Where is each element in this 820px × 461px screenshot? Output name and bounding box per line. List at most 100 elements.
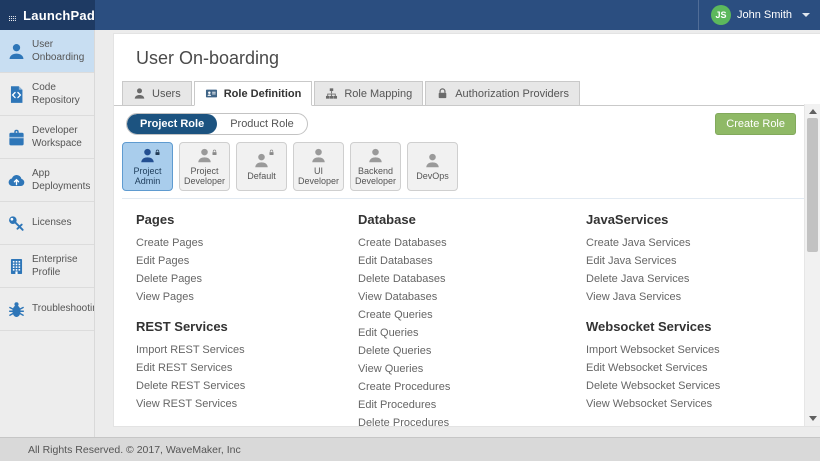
- permission-item-import-rest-services: Import REST Services: [136, 341, 358, 359]
- sidebar-item-enterprise-profile[interactable]: Enterprise Profile: [0, 245, 94, 288]
- role-card-default[interactable]: Default: [236, 142, 287, 191]
- permission-item-create-queries: Create Queries: [358, 306, 586, 324]
- sidebar-item-developer-workspace[interactable]: Developer Workspace: [0, 116, 94, 159]
- app-footer: All Rights Reserved. © 2017, WaveMaker, …: [0, 437, 820, 461]
- tab-label: Role Definition: [224, 88, 302, 100]
- permission-item-import-websocket-services: Import Websocket Services: [586, 341, 820, 359]
- permission-item-create-java-services: Create Java Services: [586, 234, 820, 252]
- permission-item-edit-rest-services: Edit REST Services: [136, 359, 358, 377]
- user-menu[interactable]: JS John Smith: [698, 0, 820, 30]
- sidebar-item-label: User Onboarding: [32, 38, 92, 65]
- tab-authorization-providers[interactable]: Authorization Providers: [425, 81, 580, 106]
- permission-item-delete-java-services: Delete Java Services: [586, 270, 820, 288]
- tab-role-definition[interactable]: Role Definition: [194, 81, 313, 106]
- permission-item-create-pages: Create Pages: [136, 234, 358, 252]
- permission-item-view-databases: View Databases: [358, 288, 586, 306]
- permission-item-create-procedures: Create Procedures: [358, 378, 586, 396]
- header-spacer: [95, 0, 698, 30]
- role-card-label: DevOps: [416, 171, 449, 181]
- sidebar-item-user-onboarding[interactable]: User Onboarding: [0, 30, 94, 73]
- permission-item-edit-websocket-services: Edit Websocket Services: [586, 359, 820, 377]
- tab-label: Role Mapping: [344, 88, 412, 100]
- scroll-down-arrow[interactable]: [809, 416, 817, 421]
- pill-project-role[interactable]: Project Role: [127, 114, 217, 134]
- permission-item-delete-rest-services: Delete REST Services: [136, 377, 358, 395]
- app-title: LaunchPad: [23, 8, 95, 23]
- user-icon: [424, 152, 441, 169]
- sidebar-item-label: App Deployments: [32, 167, 92, 194]
- user-icon: [310, 147, 327, 164]
- role-type-toggle: Project RoleProduct Role: [126, 113, 308, 135]
- role-card-label: Backend Developer: [352, 166, 400, 187]
- user-icon: [367, 147, 384, 164]
- user-icon: [133, 87, 146, 100]
- lock-icon: [211, 149, 218, 156]
- user-icon: [0, 42, 32, 61]
- role-card-devops[interactable]: DevOps: [407, 142, 458, 191]
- sidebar-item-troubleshooting[interactable]: Troubleshooting: [0, 288, 94, 331]
- permission-item-edit-queries: Edit Queries: [358, 324, 586, 342]
- permission-item-delete-procedures: Delete Procedures: [358, 414, 586, 427]
- code-file-icon: [0, 85, 32, 104]
- key-icon: [0, 214, 32, 233]
- role-card-project-admin[interactable]: Project Admin: [122, 142, 173, 191]
- cloud-upload-icon: [0, 171, 32, 190]
- roles-row: Project Admin Project Developer Default UI …: [122, 142, 820, 199]
- role-card-project-developer[interactable]: Project Developer: [179, 142, 230, 191]
- sidebar-item-licenses[interactable]: Licenses: [0, 202, 94, 245]
- pill-product-role[interactable]: Product Role: [217, 114, 307, 134]
- sidebar-item-label: Code Repository: [32, 81, 92, 108]
- permission-item-delete-queries: Delete Queries: [358, 342, 586, 360]
- permission-item-edit-java-services: Edit Java Services: [586, 252, 820, 270]
- permission-group-title-websocket-services: Websocket Services: [586, 319, 820, 334]
- lock-icon: [268, 149, 275, 156]
- role-card-backend-developer[interactable]: Backend Developer: [350, 142, 401, 191]
- app-grid-icon[interactable]: [9, 8, 16, 22]
- tab-role-mapping[interactable]: Role Mapping: [314, 81, 423, 106]
- tabbar: Users Role Definition Role Mapping Authoriz…: [114, 81, 820, 106]
- permission-column-1: PagesCreate PagesEdit PagesDelete PagesV…: [136, 199, 358, 427]
- user-name: John Smith: [737, 9, 792, 21]
- top-header: LaunchPad JS John Smith: [0, 0, 820, 30]
- permission-item-delete-websocket-services: Delete Websocket Services: [586, 377, 820, 395]
- permission-item-delete-pages: Delete Pages: [136, 270, 358, 288]
- launchpad-app: LaunchPad JS John Smith User Onboarding C…: [0, 0, 820, 461]
- id-card-icon: [205, 87, 218, 100]
- building-icon: [0, 257, 32, 276]
- tab-users[interactable]: Users: [122, 81, 192, 106]
- briefcase-icon: [0, 128, 32, 147]
- role-card-label: Default: [247, 171, 276, 181]
- permission-item-view-queries: View Queries: [358, 360, 586, 378]
- permission-group-title-rest-services: REST Services: [136, 319, 358, 334]
- app-body: User Onboarding Code Repository Developer …: [0, 30, 820, 437]
- avatar: JS: [711, 5, 731, 25]
- tab-label: Users: [152, 88, 181, 100]
- role-card-ui-developer[interactable]: UI Developer: [293, 142, 344, 191]
- toolbar-row: Project RoleProduct Role Create Role: [126, 113, 796, 135]
- permission-group-title-security: Security: [586, 426, 820, 427]
- create-role-button[interactable]: Create Role: [715, 113, 796, 135]
- sitemap-icon: [325, 87, 338, 100]
- sidebar-item-label: Developer Workspace: [32, 124, 92, 151]
- main-panel: User On-boarding Users Role Definition Rol…: [113, 33, 820, 427]
- permission-item-view-rest-services: View REST Services: [136, 395, 358, 413]
- sidebar-item-label: Enterprise Profile: [32, 253, 92, 280]
- header-brand: LaunchPad: [0, 0, 95, 30]
- role-card-label: Project Developer: [181, 166, 229, 187]
- chevron-down-icon: [802, 13, 810, 17]
- sidebar-item-app-deployments[interactable]: App Deployments: [0, 159, 94, 202]
- role-card-label: UI Developer: [295, 166, 343, 187]
- scrollbar-thumb[interactable]: [807, 118, 818, 252]
- page-title: User On-boarding: [136, 48, 820, 69]
- scroll-up-arrow[interactable]: [809, 109, 817, 114]
- permission-item-view-pages: View Pages: [136, 288, 358, 306]
- permission-group-title-project-actions: Project Actions: [136, 426, 358, 427]
- scrollbar[interactable]: [804, 104, 820, 426]
- permission-column-3: JavaServicesCreate Java ServicesEdit Jav…: [586, 199, 820, 427]
- bug-icon: [0, 300, 32, 319]
- permission-item-edit-pages: Edit Pages: [136, 252, 358, 270]
- lock-icon: [436, 87, 449, 100]
- lock-icon: [154, 149, 161, 156]
- copyright-text: All Rights Reserved. © 2017, WaveMaker, …: [28, 444, 241, 456]
- sidebar-item-code-repository[interactable]: Code Repository: [0, 73, 94, 116]
